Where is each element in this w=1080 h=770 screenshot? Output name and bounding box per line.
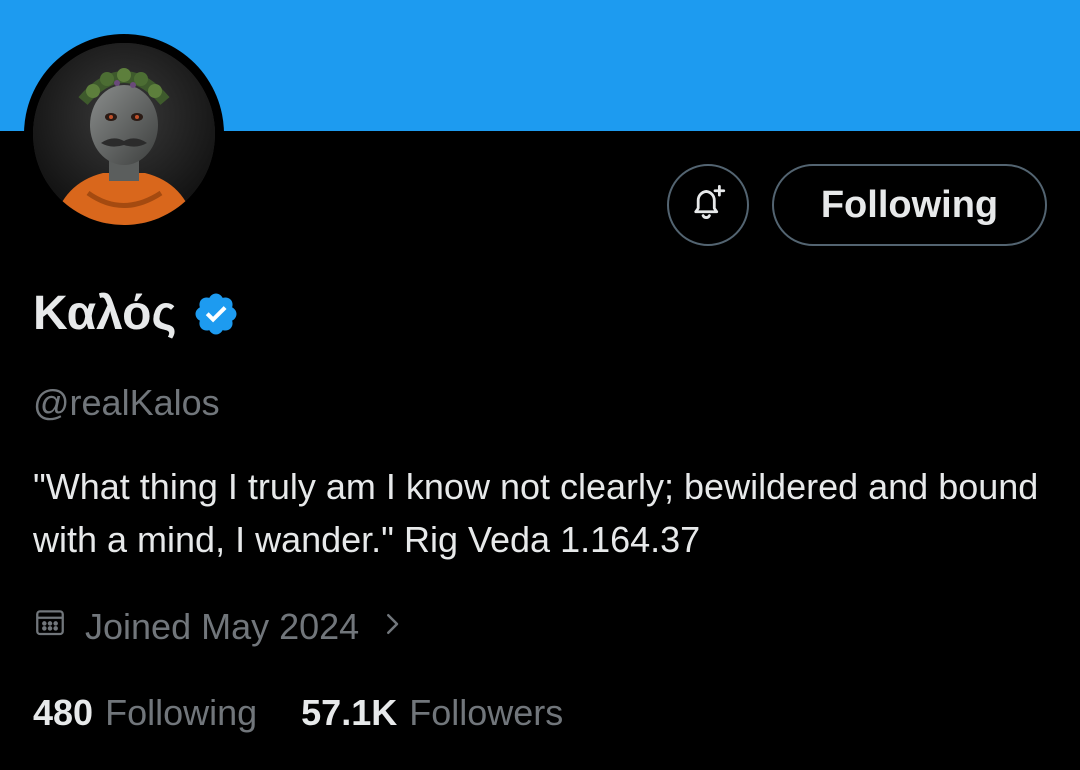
- following-count: 480: [33, 692, 94, 733]
- followers-count: 57.1K: [301, 692, 398, 733]
- joined-date-text: Joined May 2024: [85, 606, 360, 647]
- profile-bio: "What thing I truly am I know not clearl…: [33, 466, 1039, 560]
- followers-stat-label: Followers: [409, 692, 564, 733]
- follow-stats: 480 Following 57.1K Followers: [33, 690, 563, 736]
- chevron-right-icon: [377, 604, 407, 650]
- avatar[interactable]: [33, 43, 215, 225]
- name-row: Καλός: [33, 284, 240, 344]
- bell-plus-icon: [687, 182, 729, 229]
- joined-date-row[interactable]: Joined May 2024: [33, 604, 407, 650]
- verified-badge-icon[interactable]: [192, 290, 240, 338]
- following-button[interactable]: Following: [772, 164, 1047, 246]
- following-stat-link[interactable]: 480 Following: [33, 690, 257, 736]
- display-name: Καλός: [33, 287, 177, 340]
- username-handle: @realKalos: [33, 382, 220, 423]
- notifications-button[interactable]: [667, 164, 749, 246]
- following-stat-label: Following: [105, 692, 258, 733]
- followers-stat-link[interactable]: 57.1K Followers: [301, 690, 563, 736]
- calendar-icon: [33, 604, 67, 650]
